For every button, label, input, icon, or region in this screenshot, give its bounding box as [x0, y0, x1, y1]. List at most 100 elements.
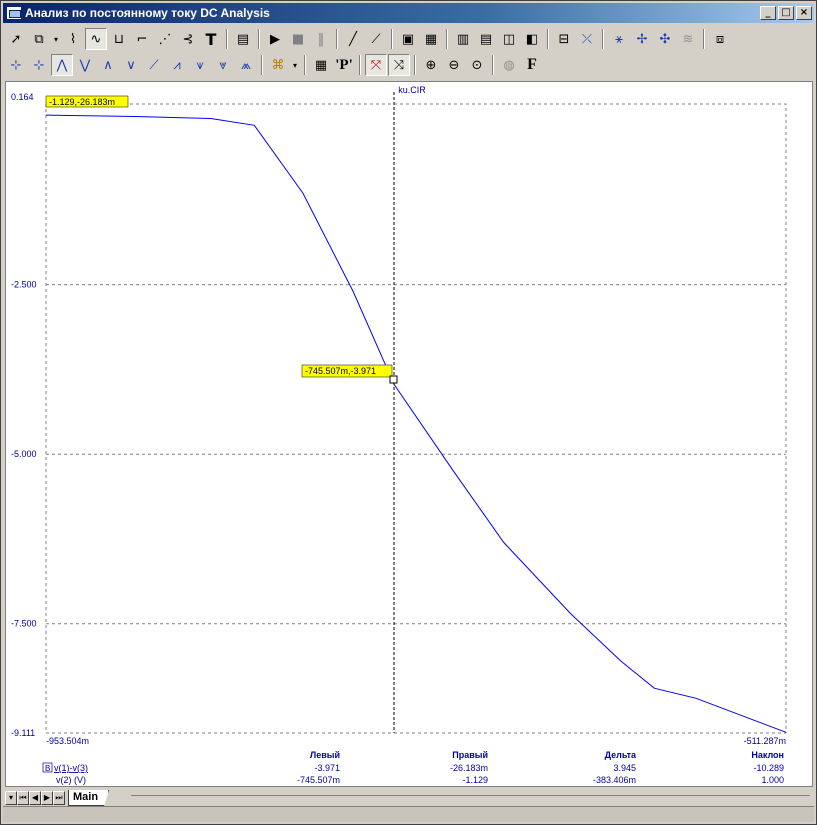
- zoom-out-icon[interactable]: ⊖: [443, 54, 465, 76]
- row2-slope: 1.000: [761, 775, 784, 785]
- run-icon[interactable]: ▶: [264, 28, 286, 50]
- grid-lines: [46, 284, 786, 625]
- table-header-left: Левый: [310, 750, 340, 760]
- row1-left: -3.971: [314, 763, 340, 773]
- maximize-button[interactable]: □: [778, 6, 794, 20]
- toolbar-separator: [547, 29, 549, 49]
- y-tick-label: 0.164: [11, 92, 34, 102]
- cursor-mid-tag[interactable]: -745.507m,-3.971: [301, 364, 398, 384]
- row2-delta: -383.406m: [593, 775, 636, 785]
- cursor-mid-label: -745.507m,-3.971: [305, 366, 376, 376]
- last-tab-button[interactable]: ⏭: [53, 791, 65, 805]
- dropdown-icon[interactable]: ▾: [290, 54, 300, 76]
- table-icon[interactable]: ▦: [310, 54, 332, 76]
- tag-left-icon[interactable]: ⤧: [365, 54, 387, 76]
- toolbar-separator: [602, 29, 604, 49]
- toolbar-separator: [261, 55, 263, 75]
- cursor-left-label: -1.129,-26.183m: [49, 97, 115, 107]
- slope-icon[interactable]: ⟋: [143, 54, 165, 76]
- toolbar-separator: [703, 29, 705, 49]
- file-name: ku.CIR: [398, 85, 426, 95]
- close-button[interactable]: ×: [796, 6, 812, 20]
- tag-right-icon[interactable]: ⤨: [388, 54, 410, 76]
- marker1-icon[interactable]: ⚹: [608, 28, 630, 50]
- grid-icon[interactable]: ▦: [420, 28, 442, 50]
- main-toolbar: ➚ ⧉ ▾ ⌇ ∿ ⊔ ⌐ ⋰ ⊰ T ▤ ▶ ■ ‖ ╱ ⟋ ▣ ▦ ▥ ▤ …: [5, 26, 812, 52]
- box-icon[interactable]: ▣: [397, 28, 419, 50]
- line-icon[interactable]: ╱: [342, 28, 364, 50]
- pause-icon[interactable]: ‖: [310, 28, 332, 50]
- toolbar-separator: [359, 55, 361, 75]
- tab-main[interactable]: Main: [68, 790, 110, 806]
- select-arrow-icon[interactable]: ➚: [5, 28, 27, 50]
- properties-icon[interactable]: ▤: [232, 28, 254, 50]
- y-tick-label: -2.500: [11, 280, 37, 290]
- zoom-fit-icon[interactable]: ⊙: [466, 54, 488, 76]
- row-marker: B: [45, 764, 50, 773]
- cursor-left-tag[interactable]: -1.129,-26.183m: [45, 95, 129, 108]
- toolbar-separator: [258, 29, 260, 49]
- row2-right: -1.129: [462, 775, 488, 785]
- global-low-icon[interactable]: ⩔: [212, 54, 234, 76]
- plot-svg[interactable]: ku.CIR 0.164 -2.500 -5.000 -7.500 -9.111 -95…: [6, 82, 812, 786]
- measurement-table: Левый Правый Дельта Наклон B v(1)-v(3) -…: [42, 750, 784, 785]
- toolbar-separator: [446, 29, 448, 49]
- peak-icon[interactable]: ⋀: [51, 54, 73, 76]
- horizontal-scrollbar[interactable]: [131, 795, 810, 799]
- marker3-icon[interactable]: ✣: [654, 28, 676, 50]
- wire-icon[interactable]: ⌇: [62, 28, 84, 50]
- diagonal-line-icon[interactable]: ⟋: [365, 28, 387, 50]
- bars2-icon[interactable]: ▤: [475, 28, 497, 50]
- valley-icon[interactable]: ⋁: [74, 54, 96, 76]
- node-icon[interactable]: ⋰: [154, 28, 176, 50]
- x-tick-left: -953.504m: [46, 736, 89, 746]
- text-T-icon[interactable]: T: [200, 28, 222, 50]
- toolbar-separator: [304, 55, 306, 75]
- right-cursor-icon[interactable]: ⊹: [28, 54, 50, 76]
- row1-name[interactable]: v(1)-v(3): [54, 763, 88, 773]
- low-icon[interactable]: ∨: [120, 54, 142, 76]
- row1-right: -26.183m: [450, 763, 488, 773]
- plot-area[interactable]: ku.CIR 0.164 -2.500 -5.000 -7.500 -9.111 -95…: [5, 81, 813, 787]
- first-tab-button[interactable]: ⏮: [17, 791, 29, 805]
- next-tab-button[interactable]: ▶: [41, 791, 53, 805]
- marker2-icon[interactable]: ✢: [631, 28, 653, 50]
- export-icon[interactable]: ⧈: [709, 28, 731, 50]
- bars1-icon[interactable]: ▥: [452, 28, 474, 50]
- cursor-mid-marker[interactable]: [389, 375, 398, 384]
- waveform-icon[interactable]: ∿: [85, 28, 107, 50]
- font-F-icon[interactable]: F: [521, 54, 543, 76]
- component-icon[interactable]: ⧉: [28, 28, 50, 50]
- minimize-button[interactable]: _: [760, 6, 776, 20]
- wave-icon[interactable]: ≋: [677, 28, 699, 50]
- title-bar[interactable]: Анализ по постоянному току DC Analysis _…: [3, 3, 814, 23]
- hline-icon[interactable]: ⊟: [553, 28, 575, 50]
- prev-tab-button[interactable]: ◀: [29, 791, 41, 805]
- x-tick-right: -511.287m: [744, 736, 786, 746]
- bars4-icon[interactable]: ◧: [521, 28, 543, 50]
- high-icon[interactable]: ∧: [97, 54, 119, 76]
- zoom-in-icon[interactable]: ⊕: [420, 54, 442, 76]
- stop-icon[interactable]: ■: [287, 28, 309, 50]
- scope-icon[interactable]: ⊔: [108, 28, 130, 50]
- bottom-icon[interactable]: ⌘: [267, 54, 289, 76]
- toolbar-separator: [226, 29, 228, 49]
- point-P-icon[interactable]: 'P': [333, 54, 355, 76]
- dropdown-icon[interactable]: ▾: [51, 28, 61, 50]
- cursor-icon[interactable]: ⤫: [576, 28, 598, 50]
- top-icon[interactable]: ⩕: [235, 54, 257, 76]
- fo-icon[interactable]: ⊰: [177, 28, 199, 50]
- probe-icon[interactable]: ⌐: [131, 28, 153, 50]
- left-cursor-icon[interactable]: ⊹: [5, 54, 27, 76]
- table-header-delta: Дельта: [605, 750, 637, 760]
- app-window: Анализ по постоянному току DC Analysis _…: [0, 0, 817, 825]
- inflect-icon[interactable]: ⩘: [166, 54, 188, 76]
- bars3-icon[interactable]: ◫: [498, 28, 520, 50]
- table-header-slope: Наклон: [751, 750, 784, 760]
- toolbar-separator: [391, 29, 393, 49]
- series-line: [45, 114, 787, 733]
- tab-menu-button[interactable]: ▾: [5, 791, 17, 805]
- curve-series: [45, 114, 787, 733]
- global-high-icon[interactable]: ⩛: [189, 54, 211, 76]
- color-icon[interactable]: ◍: [498, 54, 520, 76]
